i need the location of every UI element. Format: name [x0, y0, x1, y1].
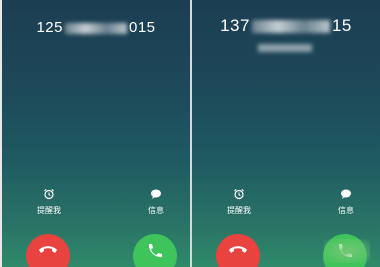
- message-label: 信息: [148, 206, 164, 215]
- phone-icon: [148, 244, 162, 258]
- message-icon: [341, 189, 351, 199]
- redacted-digits: [251, 20, 330, 34]
- caller-number-start: 125: [36, 19, 63, 36]
- watermark-logo: [324, 239, 370, 263]
- incoming-call-screen-right: 137 15 提醒我 信息: [192, 0, 380, 267]
- alarm-clock-icon: [44, 188, 54, 200]
- message-button[interactable]: 信息: [326, 188, 366, 216]
- remind-me-label: 提醒我: [227, 206, 251, 215]
- decline-call-button[interactable]: [26, 234, 70, 267]
- remind-me-button[interactable]: 提醒我: [219, 188, 259, 216]
- message-icon: [151, 189, 161, 199]
- hang-up-icon: [39, 246, 57, 253]
- caller-number-start: 137: [220, 16, 250, 35]
- caller-number: 137 15: [192, 16, 380, 36]
- remind-me-button[interactable]: 提醒我: [29, 188, 69, 216]
- redacted-digits: [65, 22, 127, 34]
- hang-up-icon: [229, 246, 247, 253]
- caller-number: 125 015: [2, 19, 190, 36]
- alarm-clock-icon: [234, 188, 244, 200]
- redacted-caller-location: [258, 44, 312, 52]
- message-button[interactable]: 信息: [136, 188, 176, 216]
- accept-call-button[interactable]: [133, 234, 177, 267]
- incoming-call-screen-left: 125 015 提醒我 信息: [2, 0, 190, 267]
- remind-me-label: 提醒我: [37, 206, 61, 215]
- caller-number-end: 015: [129, 19, 156, 36]
- caller-number-end: 15: [331, 16, 352, 35]
- decline-call-button[interactable]: [216, 234, 260, 267]
- message-label: 信息: [338, 206, 354, 215]
